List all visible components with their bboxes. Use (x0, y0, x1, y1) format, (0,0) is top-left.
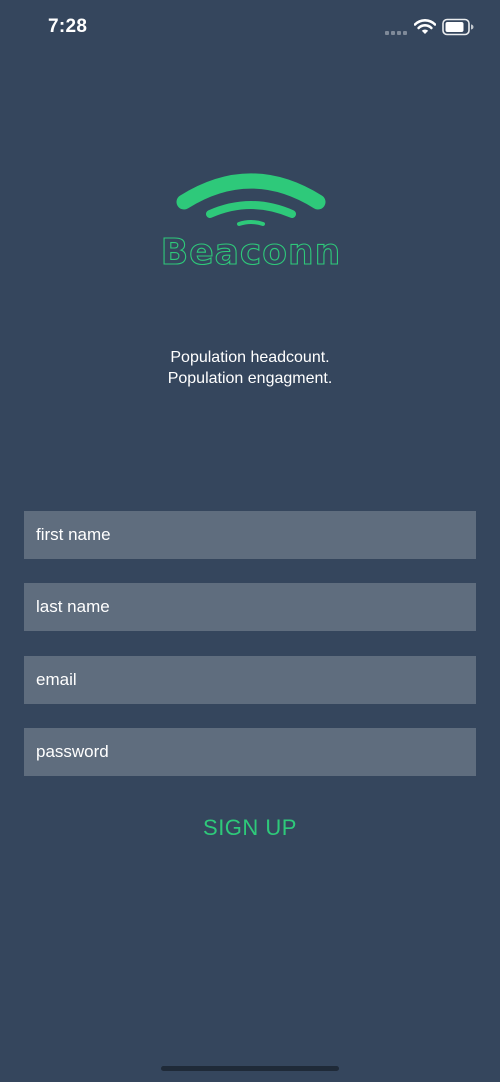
email-field[interactable] (24, 656, 476, 704)
last-name-field[interactable] (24, 583, 476, 631)
first-name-input[interactable] (36, 525, 476, 545)
password-field[interactable] (24, 728, 476, 776)
battery-icon (442, 18, 474, 36)
status-bar: 7:28 (0, 0, 500, 56)
beaconn-logo-wordmark: Beaconn (161, 232, 341, 268)
last-name-input[interactable] (36, 597, 476, 617)
wifi-icon (414, 19, 436, 34)
home-indicator (161, 1066, 339, 1071)
beaconn-logo: Beaconn (160, 173, 341, 268)
tagline-line-2: Population engagment. (167, 370, 333, 387)
tagline-line-1: Population headcount. (170, 349, 330, 366)
status-time: 7:28 (48, 16, 88, 37)
signal-icon (385, 31, 407, 35)
email-input[interactable] (36, 670, 476, 690)
first-name-field[interactable] (24, 511, 476, 559)
sign-up-button[interactable]: SIGN UP (150, 808, 350, 848)
password-input[interactable] (36, 742, 476, 762)
tagline: Population headcount. Population engagme… (0, 347, 500, 389)
